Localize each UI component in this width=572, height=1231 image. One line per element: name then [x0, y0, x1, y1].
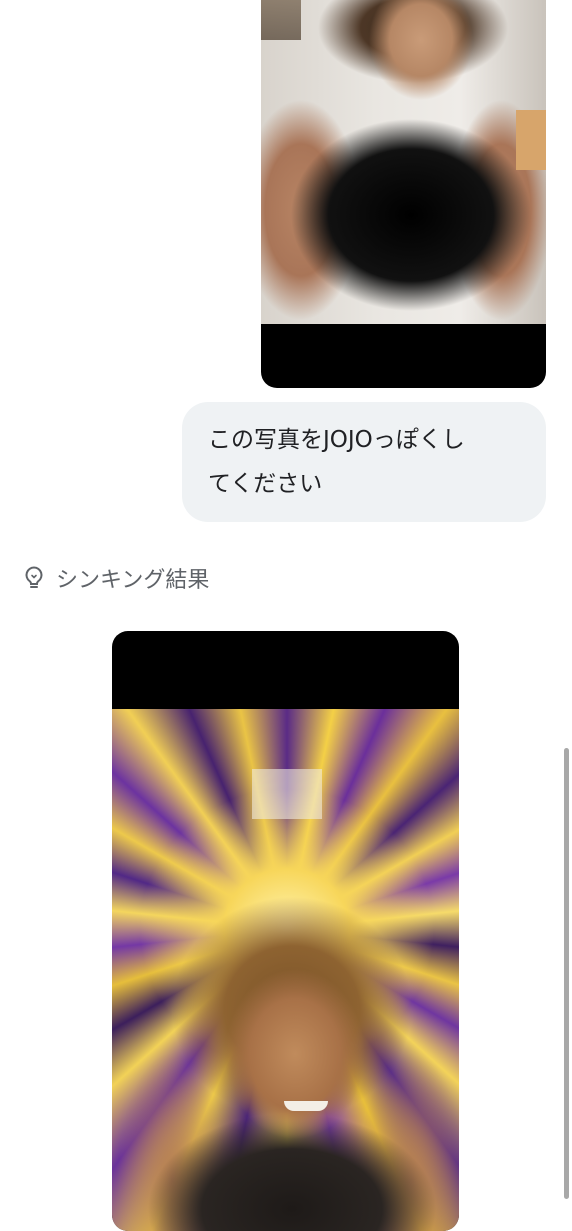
- generated-image[interactable]: [112, 631, 459, 1231]
- photo-content: [261, 0, 546, 324]
- lightbulb-icon: [22, 565, 46, 591]
- user-message-line-2: てください: [208, 471, 323, 497]
- chat-conversation: この写真をJOJOっぽくし てください シンキング結果: [0, 0, 572, 1231]
- thinking-result-toggle[interactable]: シンキング結果: [22, 560, 209, 596]
- user-message-bubble: この写真をJOJOっぽくし てください: [182, 402, 546, 522]
- scrollbar[interactable]: [564, 748, 569, 1199]
- generated-artwork: [112, 709, 459, 1231]
- photo-background-box: [516, 110, 546, 170]
- user-message-line-1: この写真をJOJOっぽくし: [208, 427, 465, 453]
- art-smile: [284, 1101, 328, 1111]
- user-uploaded-photo[interactable]: [261, 0, 546, 388]
- photo-background-shelf: [261, 0, 301, 40]
- art-background-window: [252, 769, 322, 819]
- thinking-result-label: シンキング結果: [56, 568, 210, 593]
